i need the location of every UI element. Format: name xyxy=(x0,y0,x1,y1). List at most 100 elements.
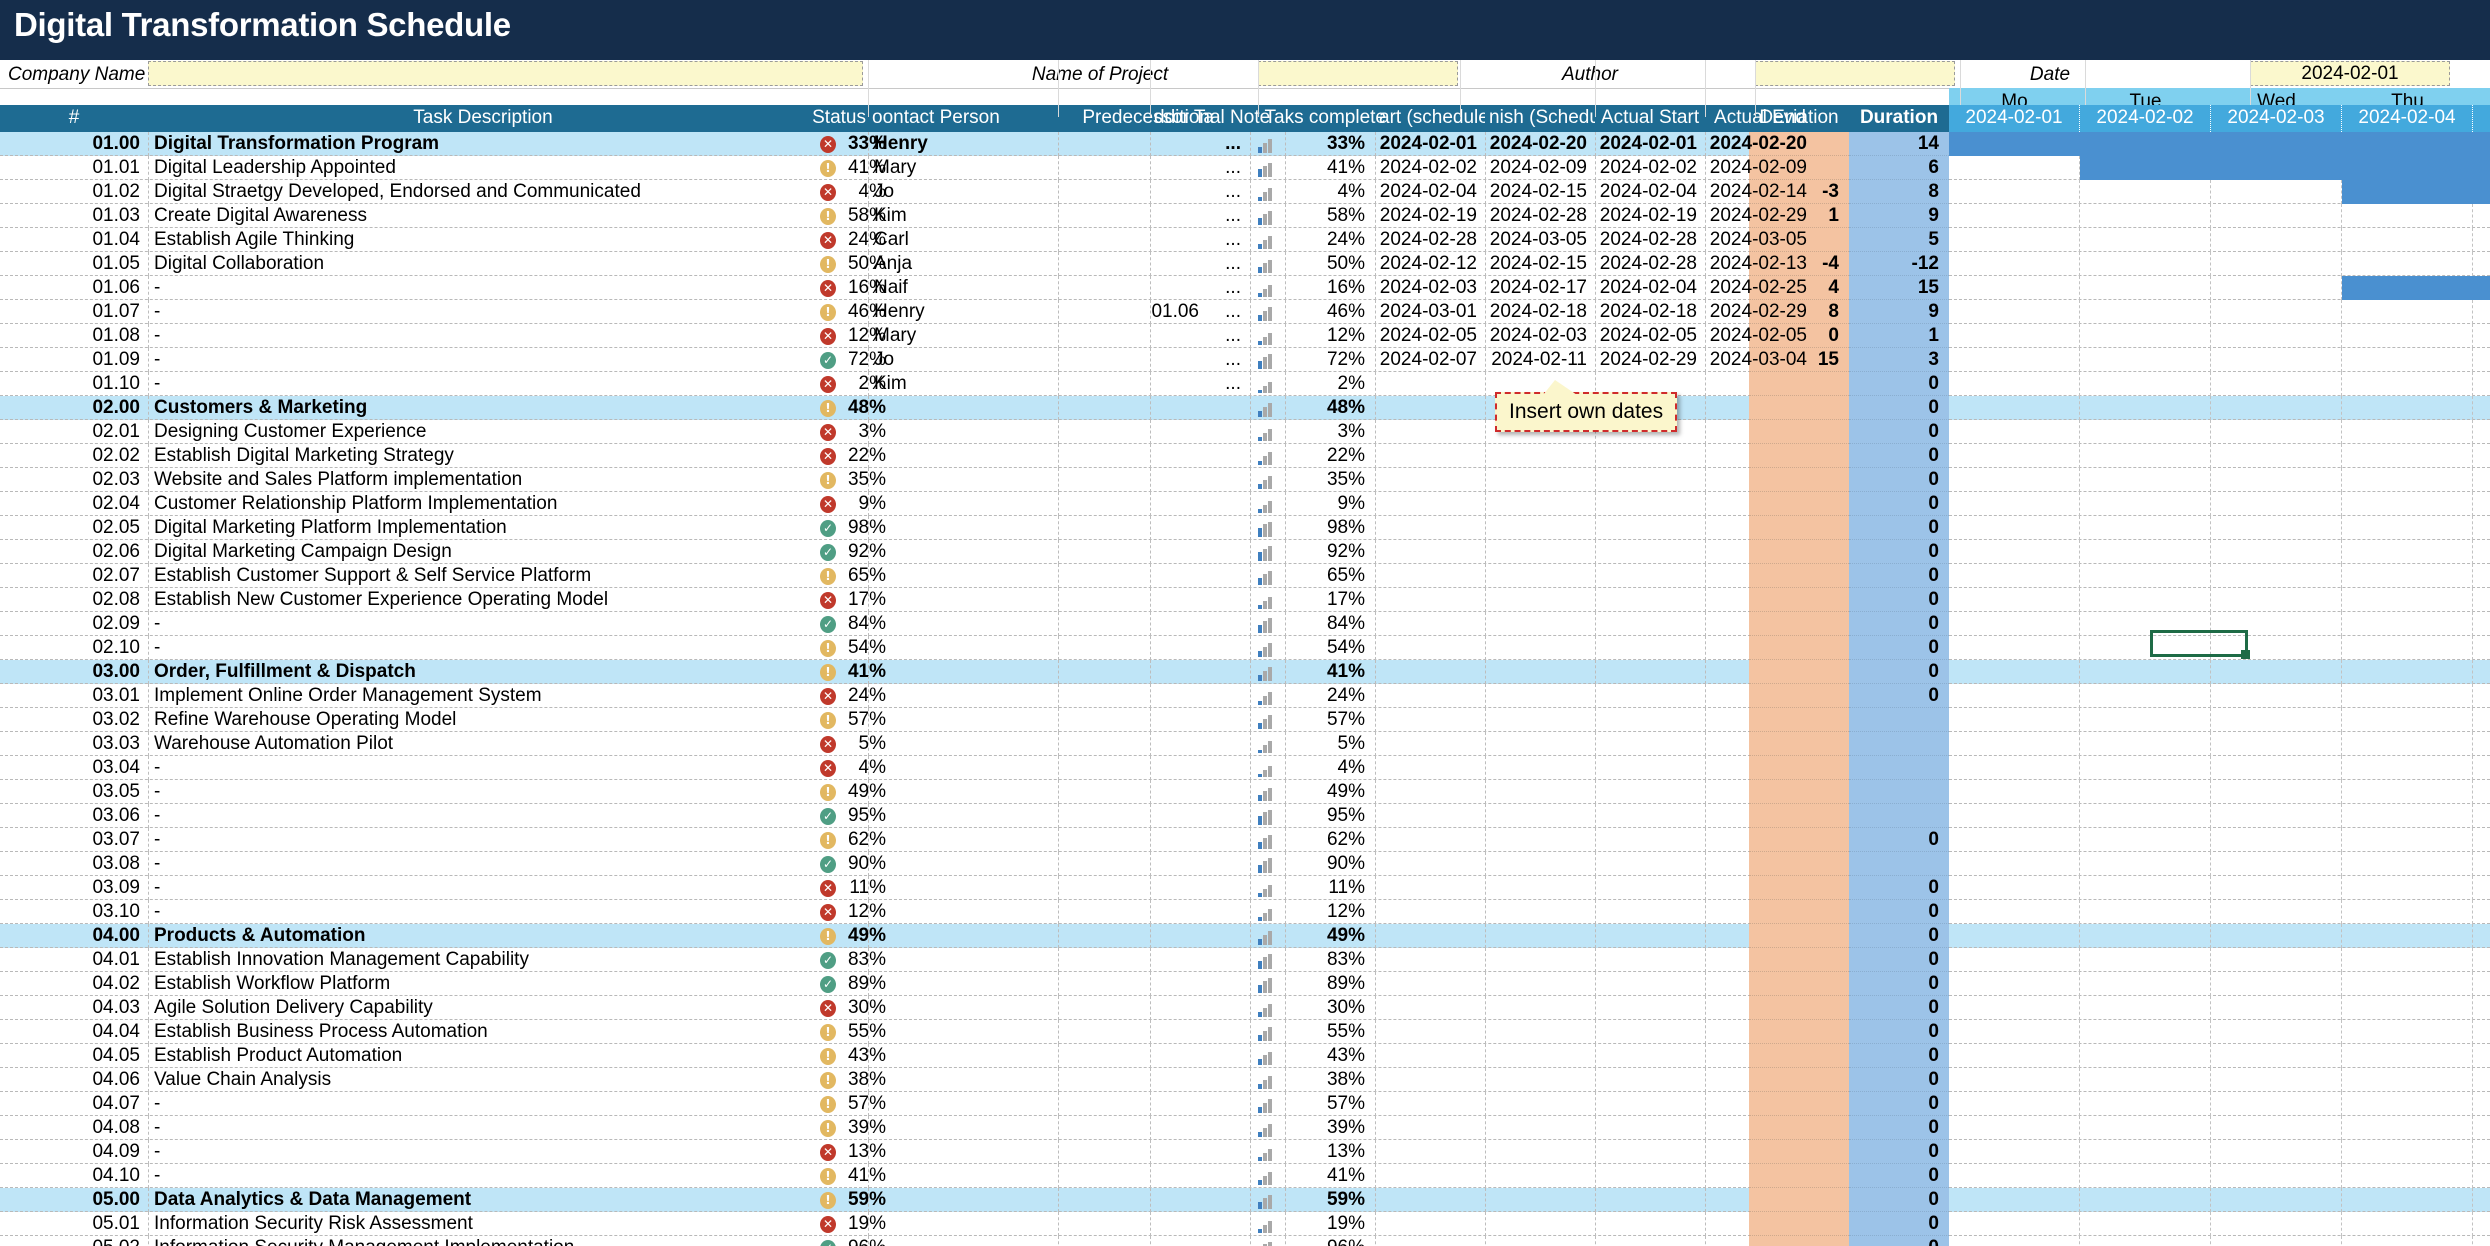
row-duration[interactable]: 6 xyxy=(1849,156,1943,180)
row-tasks-complete-percent[interactable]: 5% xyxy=(1285,732,1369,756)
row-number[interactable]: 04.05 xyxy=(0,1044,144,1068)
row-contact-person[interactable] xyxy=(870,1020,1060,1044)
row-tasks-complete-percent[interactable]: 57% xyxy=(1285,1092,1369,1116)
row-contact-person[interactable] xyxy=(870,780,1060,804)
gantt-day-cell[interactable] xyxy=(1949,1164,2080,1188)
gantt-day-cell[interactable] xyxy=(2342,852,2473,876)
gantt-day-cell[interactable] xyxy=(1949,156,2080,180)
row-start-scheduled[interactable]: 2024-02-05 xyxy=(1375,324,1481,348)
gantt-day-cell[interactable] xyxy=(1949,564,2080,588)
row-additional-notes[interactable] xyxy=(1150,924,1245,948)
row-duration[interactable]: 0 xyxy=(1849,492,1943,516)
row-deviation[interactable] xyxy=(1749,1212,1843,1236)
row-additional-notes[interactable] xyxy=(1150,396,1245,420)
row-start-scheduled[interactable] xyxy=(1375,684,1481,708)
row-contact-person[interactable] xyxy=(870,1188,1060,1212)
row-task-description[interactable]: - xyxy=(150,1092,820,1116)
gantt-day-cell[interactable] xyxy=(2080,780,2211,804)
row-duration[interactable]: 0 xyxy=(1849,420,1943,444)
row-additional-notes[interactable] xyxy=(1150,1212,1245,1236)
row-actual-start[interactable] xyxy=(1595,900,1701,924)
row-contact-person[interactable]: Kim xyxy=(870,372,1060,396)
row-number[interactable]: 02.03 xyxy=(0,468,144,492)
gantt-day-cell[interactable] xyxy=(1949,444,2080,468)
gantt-day-cell[interactable] xyxy=(2342,540,2473,564)
gantt-day-cell[interactable] xyxy=(2211,564,2342,588)
gantt-day-cell[interactable] xyxy=(1949,660,2080,684)
gantt-day-cell[interactable] xyxy=(2342,876,2473,900)
gantt-day-cell[interactable] xyxy=(1949,900,2080,924)
gantt-day-cell[interactable] xyxy=(1949,1188,2080,1212)
gantt-day-cell[interactable] xyxy=(1949,1020,2080,1044)
gantt-day-cell[interactable] xyxy=(2080,420,2211,444)
row-start-scheduled[interactable] xyxy=(1375,588,1481,612)
row-actual-start[interactable] xyxy=(1595,1212,1701,1236)
row-number[interactable]: 01.05 xyxy=(0,252,144,276)
gantt-day-cell[interactable] xyxy=(2080,828,2211,852)
row-finish-scheduled[interactable] xyxy=(1485,996,1591,1020)
row-tasks-complete-percent[interactable]: 49% xyxy=(1285,924,1369,948)
column-header-additional-notes[interactable]: dditional Notef xyxy=(1150,105,1270,132)
row-task-description[interactable]: Establish New Customer Experience Operat… xyxy=(150,588,820,612)
row-contact-person[interactable] xyxy=(870,732,1060,756)
gantt-day-cell[interactable] xyxy=(2342,1092,2473,1116)
row-contact-person[interactable] xyxy=(870,828,1060,852)
row-task-description[interactable]: - xyxy=(150,780,820,804)
row-start-scheduled[interactable] xyxy=(1375,516,1481,540)
gantt-day-cell[interactable] xyxy=(1949,972,2080,996)
gantt-day-cell[interactable] xyxy=(2473,876,2490,900)
row-task-description[interactable]: Information Security Risk Assessment xyxy=(150,1212,820,1236)
gantt-day-cell[interactable] xyxy=(2211,1020,2342,1044)
gantt-day-cell[interactable] xyxy=(1949,780,2080,804)
row-finish-scheduled[interactable] xyxy=(1485,1140,1591,1164)
row-additional-notes[interactable] xyxy=(1150,564,1245,588)
row-task-description[interactable]: - xyxy=(150,900,820,924)
row-finish-scheduled[interactable]: 2024-02-17 xyxy=(1485,276,1591,300)
gantt-day-cell[interactable] xyxy=(2080,948,2211,972)
row-actual-start[interactable] xyxy=(1595,924,1701,948)
row-duration[interactable]: 5 xyxy=(1849,228,1943,252)
gantt-day-cell[interactable] xyxy=(2080,300,2211,324)
row-deviation[interactable] xyxy=(1749,228,1843,252)
gantt-day-cell[interactable] xyxy=(2342,468,2473,492)
gantt-day-cell[interactable] xyxy=(2342,252,2473,276)
gantt-day-cell[interactable] xyxy=(2342,588,2473,612)
row-task-description[interactable]: - xyxy=(150,756,820,780)
table-row[interactable]: 04.04 Establish Business Process Automati… xyxy=(0,1020,2490,1044)
gantt-bar[interactable] xyxy=(2342,276,2490,300)
table-row[interactable]: 01.01 Digital Leadership Appointed! 41% Mar… xyxy=(0,156,2490,180)
row-finish-scheduled[interactable] xyxy=(1485,876,1591,900)
table-row[interactable]: 04.08-! 39% 39% 0 xyxy=(0,1116,2490,1140)
row-number[interactable]: 01.04 xyxy=(0,228,144,252)
row-number[interactable]: 01.01 xyxy=(0,156,144,180)
row-deviation[interactable] xyxy=(1749,732,1843,756)
row-number[interactable]: 04.04 xyxy=(0,1020,144,1044)
gantt-day-cell[interactable] xyxy=(2211,180,2342,204)
row-finish-scheduled[interactable] xyxy=(1485,444,1591,468)
gantt-day-cell[interactable] xyxy=(2342,300,2473,324)
row-duration[interactable]: 1 xyxy=(1849,324,1943,348)
row-additional-notes[interactable]: ... xyxy=(1150,348,1245,372)
row-task-description[interactable]: Establish Agile Thinking xyxy=(150,228,820,252)
row-task-description[interactable]: - xyxy=(150,372,820,396)
gantt-day-cell[interactable] xyxy=(2080,516,2211,540)
gantt-day-cell[interactable] xyxy=(2080,1068,2211,1092)
row-number[interactable]: 03.09 xyxy=(0,876,144,900)
row-contact-person[interactable] xyxy=(870,972,1060,996)
row-duration[interactable]: 3 xyxy=(1849,348,1943,372)
column-header-actual-start[interactable]: Actual Start xyxy=(1595,105,1705,132)
row-duration[interactable]: 0 xyxy=(1849,1020,1943,1044)
gantt-day-cell[interactable] xyxy=(2211,660,2342,684)
row-tasks-complete-percent[interactable]: 9% xyxy=(1285,492,1369,516)
gantt-day-cell[interactable] xyxy=(2080,1212,2211,1236)
gantt-day-cell[interactable] xyxy=(2473,228,2490,252)
row-contact-person[interactable] xyxy=(870,1236,1060,1246)
row-actual-start[interactable]: 2024-02-19 xyxy=(1595,204,1701,228)
row-additional-notes[interactable] xyxy=(1150,1044,1245,1068)
company-name-input[interactable] xyxy=(148,61,863,86)
row-task-description[interactable]: Products & Automation xyxy=(150,924,820,948)
row-contact-person[interactable]: Henry xyxy=(870,132,1060,156)
row-tasks-complete-percent[interactable]: 55% xyxy=(1285,1020,1369,1044)
gantt-day-cell[interactable] xyxy=(2080,444,2211,468)
row-actual-start[interactable]: 2024-02-28 xyxy=(1595,252,1701,276)
